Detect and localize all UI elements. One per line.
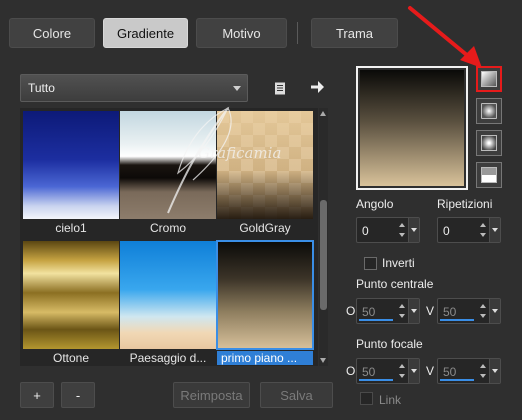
gradient-item-label: Ottone [52,351,90,365]
focal-v-label: V [426,364,435,378]
radial-gradient-icon [481,135,497,151]
chevron-down-icon[interactable] [408,299,419,323]
reset-button[interactable]: Reimposta [173,382,250,408]
manage-gradients-button[interactable] [270,78,290,98]
focal-horizontal-stepper[interactable]: 50 [356,358,420,384]
center-v-value: 50 [443,305,457,319]
gradient-swatch [216,240,314,350]
gradient-item-label: GoldGray [239,221,291,235]
gradient-type-sunburst-button[interactable] [476,162,502,188]
focal-v-slider-bar [440,379,474,381]
gradient-item-label: cielo1 [55,221,87,235]
invert-checkbox[interactable] [364,257,377,270]
tab-colore[interactable]: Colore [9,18,95,48]
angle-stepper[interactable]: 0 [356,217,420,243]
scrollbar-thumb[interactable] [320,200,327,310]
document-list-icon [275,82,285,94]
chevron-down-icon[interactable] [408,218,419,242]
center-point-label: Punto centrale [356,277,434,291]
stepper-arrows-icon[interactable] [480,304,488,318]
gradient-item-label: primo piano ... [217,351,313,365]
focal-vertical-stepper[interactable]: 50 [437,358,501,384]
stepper-arrows-icon[interactable] [399,304,407,318]
gradient-item-label: Paesaggio d... [129,351,207,365]
focal-h-slider-bar [359,379,393,381]
add-gradient-button[interactable]: + [20,382,54,408]
chevron-down-icon[interactable] [489,299,500,323]
gradient-swatch [120,241,216,349]
gradient-list-scrollbar[interactable] [319,108,328,366]
tab-motivo[interactable]: Motivo [196,18,287,48]
scroll-up-icon[interactable] [320,111,326,116]
category-dropdown-value: Tutto [28,81,55,95]
watermark-feather-logo: Graficamia [167,106,281,214]
remove-gradient-button[interactable]: - [61,382,95,408]
center-h-slider-bar [359,319,393,321]
focal-point-label: Punto focale [356,337,423,351]
chevron-down-icon [233,86,241,91]
export-gradient-button[interactable] [307,77,327,97]
center-v-label: V [426,304,435,318]
focal-h-label: O [346,364,356,378]
angle-label: Angolo [356,197,394,211]
gradient-swatch [23,241,119,349]
link-checkbox[interactable] [360,392,373,405]
gradient-type-radial-button[interactable] [476,130,502,156]
tab-trama[interactable]: Trama [311,18,398,48]
gradient-item-label: Cromo [149,221,186,235]
stepper-arrows-icon[interactable] [399,223,407,237]
stepper-arrows-icon[interactable] [480,364,488,378]
center-vertical-stepper[interactable]: 50 [437,298,501,324]
center-h-label: O [346,304,356,318]
chevron-down-icon[interactable] [489,359,500,383]
center-h-value: 50 [362,305,376,319]
stepper-arrows-icon[interactable] [480,223,488,237]
repeats-label: Ripetizioni [437,197,493,211]
center-v-slider-bar [440,319,474,321]
repeats-value: 0 [443,224,450,238]
chevron-down-icon[interactable] [408,359,419,383]
chevron-down-icon[interactable] [489,218,500,242]
sunburst-gradient-icon [481,167,497,183]
gradient-preview[interactable] [356,66,468,190]
tab-separator [297,22,298,44]
invert-label: Inverti [382,256,415,270]
gradient-swatch [23,111,119,219]
scroll-down-icon[interactable] [320,358,326,363]
annotation-arrow-icon [408,6,482,68]
gradient-preview-fill [360,70,464,186]
watermark-text: Graficamia [198,144,281,162]
save-button[interactable]: Salva [260,382,333,408]
gradient-library-grid: cielo1 Cromo GoldGray Ottone Paesaggio d… [20,106,318,366]
focal-h-value: 50 [362,365,376,379]
arrow-right-icon [310,81,324,93]
center-horizontal-stepper[interactable]: 50 [356,298,420,324]
angle-value: 0 [362,224,369,238]
rectangular-gradient-icon [481,103,497,119]
repeats-stepper[interactable]: 0 [437,217,501,243]
tab-gradiente[interactable]: Gradiente [103,18,188,48]
linear-gradient-icon [481,71,497,87]
stepper-arrows-icon[interactable] [399,364,407,378]
focal-v-value: 50 [443,365,457,379]
gradient-type-rectangular-button[interactable] [476,98,502,124]
link-label: Link [379,393,402,407]
gradient-type-linear-button[interactable] [476,66,502,92]
